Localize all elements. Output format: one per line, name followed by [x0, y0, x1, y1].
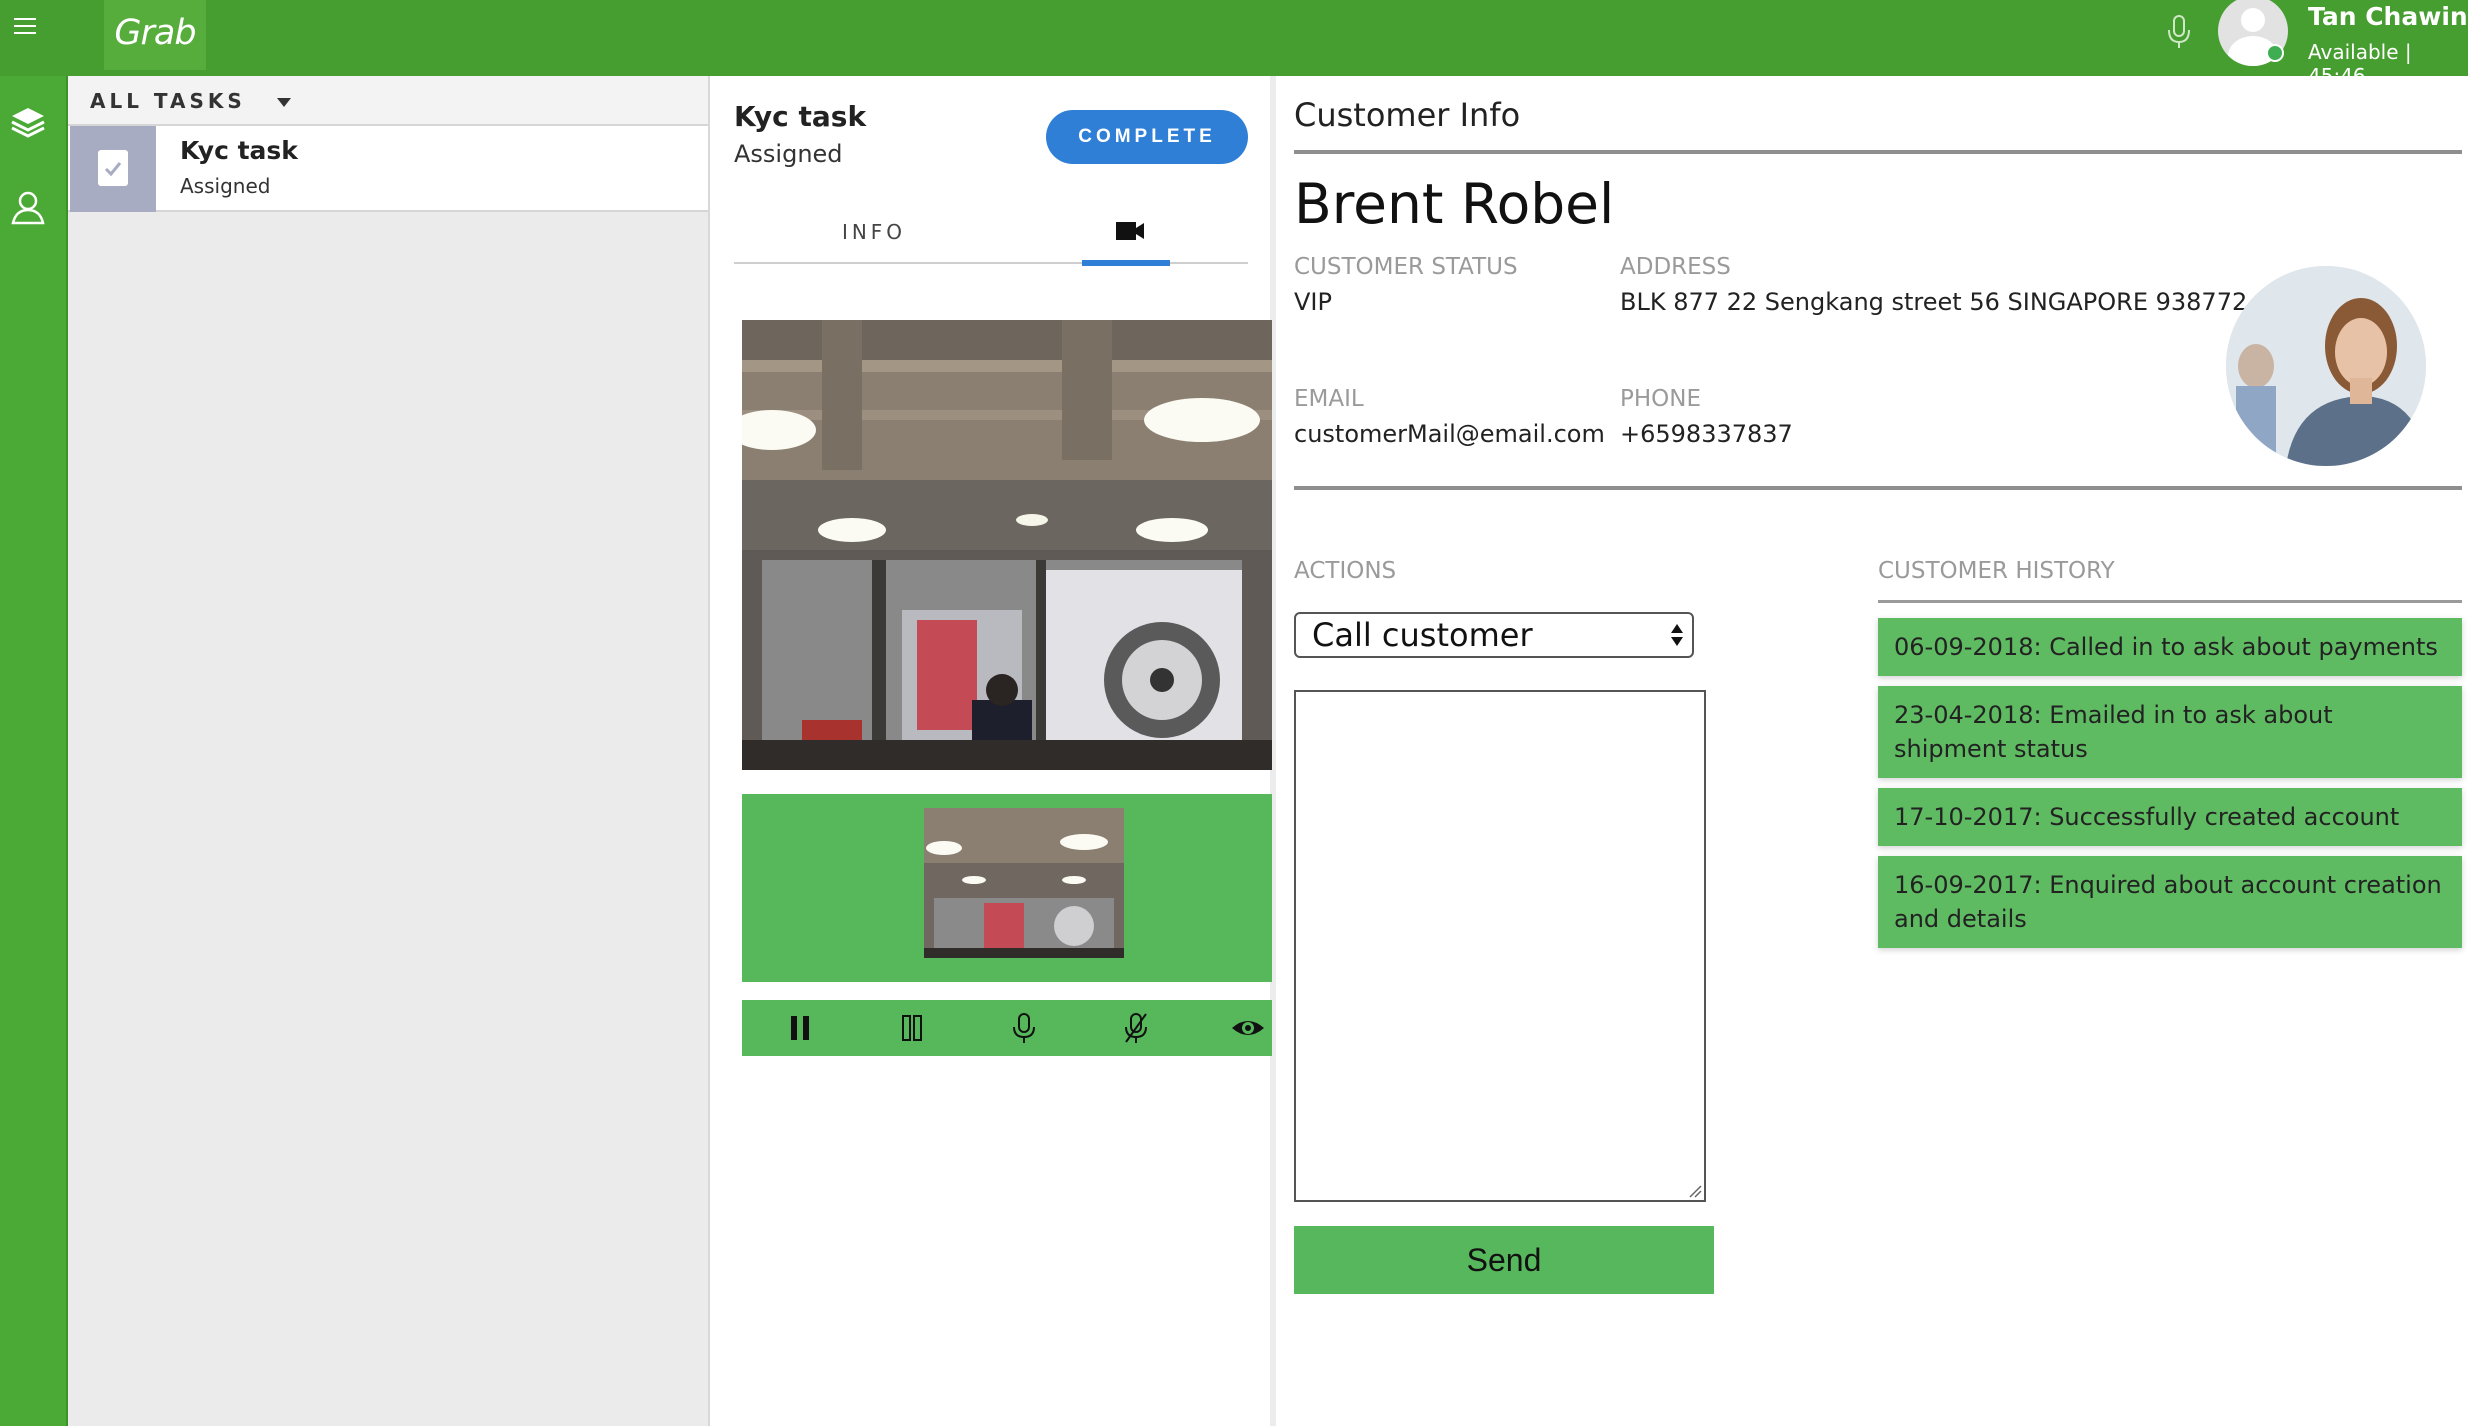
send-button[interactable]: Send — [1294, 1226, 1714, 1294]
caret-down-icon — [276, 98, 291, 107]
task-status: Assigned — [180, 174, 271, 198]
active-tab-indicator — [1082, 260, 1170, 266]
tab-info[interactable]: INFO — [834, 206, 914, 264]
task-detail-title: Kyc task — [734, 100, 867, 133]
all-tasks-dropdown[interactable]: ALL TASKS — [68, 76, 708, 126]
customer-name: Brent Robel — [1294, 172, 1615, 236]
divider — [1294, 150, 2462, 154]
microphone-icon[interactable] — [1006, 1010, 1042, 1046]
history-item: 16-09-2017: Enquired about account creat… — [1878, 856, 2462, 948]
history-item: 17-10-2017: Successfully created account — [1878, 788, 2462, 846]
video-feed-main — [742, 320, 1272, 770]
customer-history-list: 06-09-2018: Called in to ask about payme… — [1878, 618, 2462, 958]
complete-button[interactable]: COMPLETE — [1046, 110, 1248, 164]
customer-photo — [2226, 266, 2426, 466]
address-value: BLK 877 22 Sengkang street 56 SINGAPORE … — [1620, 288, 2248, 316]
tab-video[interactable] — [1082, 206, 1170, 266]
layers-icon[interactable] — [8, 102, 48, 142]
customer-status-label: CUSTOMER STATUS — [1294, 254, 1518, 280]
clipboard-check-icon — [98, 150, 128, 186]
pause-icon[interactable] — [782, 1010, 818, 1046]
task-icon-box — [70, 126, 156, 212]
actions-label: ACTIONS — [1294, 558, 1397, 584]
phone-label: PHONE — [1620, 386, 1702, 412]
address-label: ADDRESS — [1620, 254, 1731, 280]
tasks-panel: ALL TASKS Kyc task Assigned — [68, 76, 710, 1426]
history-item: 06-09-2018: Called in to ask about payme… — [1878, 618, 2462, 676]
hamburger-menu-icon[interactable] — [14, 18, 36, 40]
microphone-muted-icon[interactable] — [1118, 1010, 1154, 1046]
user-profile-icon[interactable] — [8, 188, 48, 228]
customer-info-title: Customer Info — [1294, 96, 1521, 134]
customer-info-panel: Customer Info Brent Robel CUSTOMER STATU… — [1282, 76, 2468, 1426]
message-textarea[interactable] — [1294, 690, 1706, 1202]
task-list-item[interactable]: Kyc task Assigned — [68, 126, 708, 212]
video-camera-icon — [1116, 222, 1144, 240]
eye-icon[interactable] — [1230, 1010, 1266, 1046]
email-value: customerMail@email.com — [1294, 420, 1605, 448]
phone-value: +6598337837 — [1620, 420, 1793, 448]
task-detail-status: Assigned — [734, 140, 843, 168]
self-view-panel — [742, 794, 1272, 982]
left-rail — [0, 76, 68, 1426]
history-item: 23-04-2018: Emailed in to ask about ship… — [1878, 686, 2462, 778]
action-select-value: Call customer — [1312, 616, 1533, 654]
task-detail-panel: Kyc task Assigned COMPLETE INFO — [712, 76, 1276, 1426]
video-controls — [742, 1000, 1272, 1056]
grab-logo[interactable]: Grab — [104, 0, 206, 70]
action-select[interactable]: Call customer — [1294, 612, 1694, 658]
user-name: Tan Chawin — [2308, 2, 2468, 31]
task-title: Kyc task — [180, 136, 298, 165]
customer-history-label: CUSTOMER HISTORY — [1878, 558, 2115, 584]
task-tabs: INFO — [734, 206, 1248, 266]
customer-status-value: VIP — [1294, 288, 1332, 316]
columns-icon[interactable] — [894, 1010, 930, 1046]
select-arrows-icon — [1671, 624, 1683, 646]
microphone-icon[interactable] — [2166, 14, 2192, 50]
online-status-dot — [2266, 44, 2284, 62]
video-feed-thumbnail — [924, 808, 1124, 958]
divider — [1878, 600, 2462, 603]
divider — [1294, 486, 2462, 490]
all-tasks-label: ALL TASKS — [90, 89, 246, 113]
email-label: EMAIL — [1294, 386, 1364, 412]
top-bar: Grab Tan Chawin Available | 45:46 — [0, 0, 2468, 88]
resize-handle-icon[interactable] — [1688, 1184, 1702, 1198]
